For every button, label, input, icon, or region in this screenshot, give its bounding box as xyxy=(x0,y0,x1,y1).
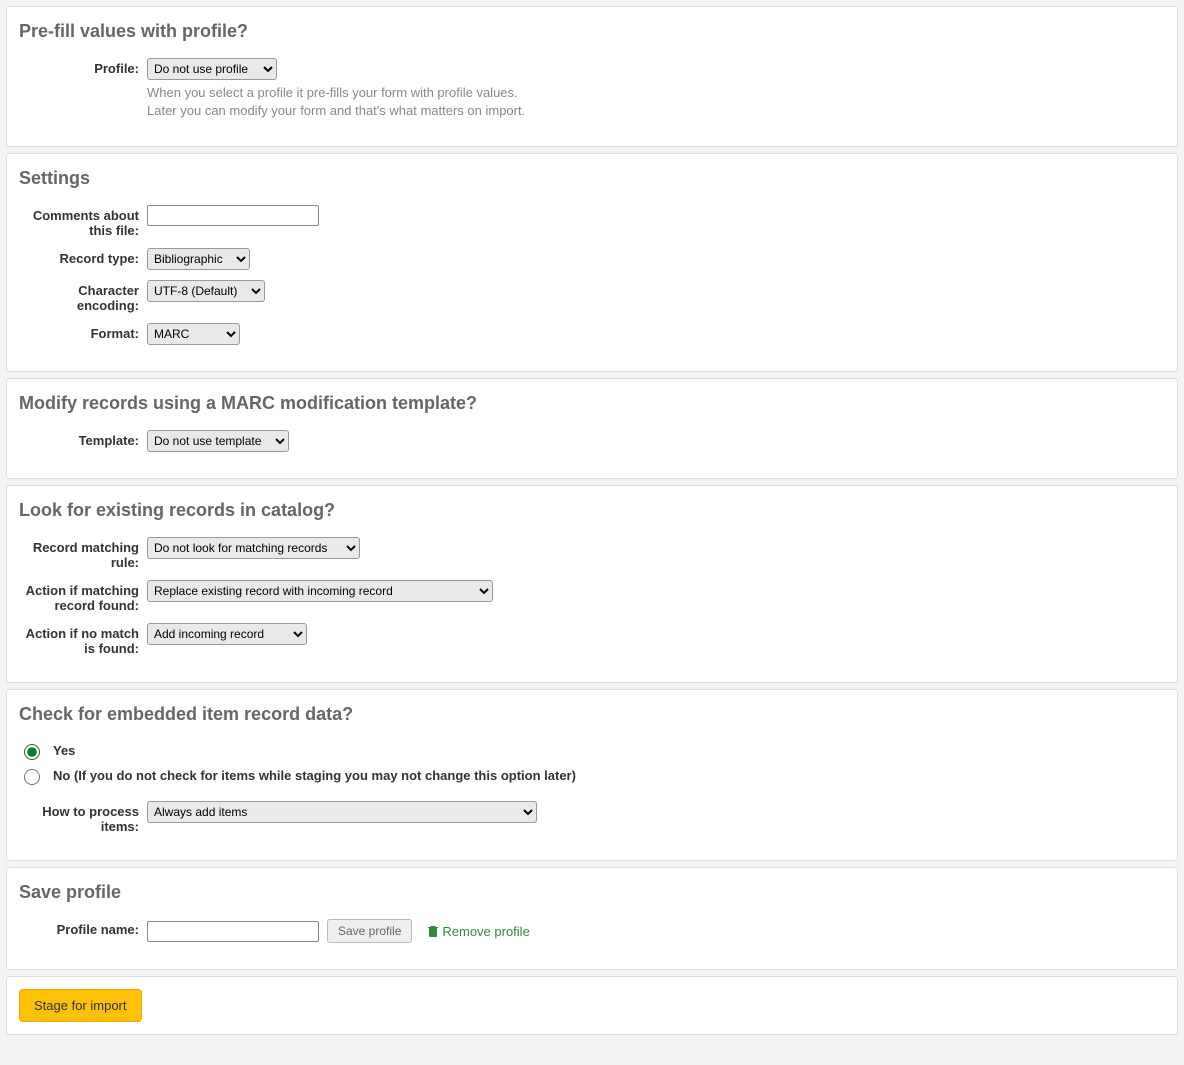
embedded-no-label: No (If you do not check for items while … xyxy=(53,768,576,783)
profile-select[interactable]: Do not use profile xyxy=(147,58,277,80)
modify-panel: Modify records using a MARC modification… xyxy=(6,378,1178,479)
save-profile-panel: Save profile Profile name: Save profile … xyxy=(6,867,1178,970)
profile-name-label: Profile name: xyxy=(19,919,147,937)
template-label: Template: xyxy=(19,430,147,448)
remove-profile-link[interactable]: Remove profile xyxy=(428,924,529,939)
matching-rule-select[interactable]: Do not look for matching records xyxy=(147,537,360,559)
settings-heading: Settings xyxy=(19,168,1165,189)
match-action-select[interactable]: Replace existing record with incoming re… xyxy=(147,580,493,602)
submit-panel: Stage for import xyxy=(6,976,1178,1035)
record-type-label: Record type: xyxy=(19,248,147,266)
encoding-select[interactable]: UTF-8 (Default) xyxy=(147,280,265,302)
record-type-select[interactable]: Bibliographic xyxy=(147,248,250,270)
embedded-heading: Check for embedded item record data? xyxy=(19,704,1165,725)
save-profile-heading: Save profile xyxy=(19,882,1165,903)
embedded-panel: Check for embedded item record data? Yes… xyxy=(6,689,1178,861)
profile-hint2: Later you can modify your form and that'… xyxy=(147,102,1165,120)
template-select[interactable]: Do not use template xyxy=(147,430,289,452)
save-profile-button[interactable]: Save profile xyxy=(327,919,412,943)
comments-input[interactable] xyxy=(147,205,319,226)
format-select[interactable]: MARC xyxy=(147,323,240,345)
nomatch-action-select[interactable]: Add incoming record xyxy=(147,623,307,645)
matching-heading: Look for existing records in catalog? xyxy=(19,500,1165,521)
profile-hint1: When you select a profile it pre-fills y… xyxy=(147,84,1165,102)
profile-name-input[interactable] xyxy=(147,921,319,942)
settings-panel: Settings Comments about this file: Recor… xyxy=(6,153,1178,372)
trash-icon xyxy=(428,925,438,937)
prefill-panel: Pre-fill values with profile? Profile: D… xyxy=(6,6,1178,147)
modify-heading: Modify records using a MARC modification… xyxy=(19,393,1165,414)
embedded-yes-label: Yes xyxy=(53,743,75,758)
profile-label: Profile: xyxy=(19,58,147,76)
nomatch-action-label: Action if no match is found: xyxy=(19,623,147,656)
remove-profile-text: Remove profile xyxy=(442,924,529,939)
matching-panel: Look for existing records in catalog? Re… xyxy=(6,485,1178,683)
prefill-heading: Pre-fill values with profile? xyxy=(19,21,1165,42)
stage-for-import-button[interactable]: Stage for import xyxy=(19,989,142,1022)
comments-label: Comments about this file: xyxy=(19,205,147,238)
match-action-label: Action if matching record found: xyxy=(19,580,147,613)
matching-rule-label: Record matching rule: xyxy=(19,537,147,570)
format-label: Format: xyxy=(19,323,147,341)
embedded-no-radio[interactable] xyxy=(24,769,40,785)
embedded-yes-radio[interactable] xyxy=(24,744,40,760)
process-items-select[interactable]: Always add items xyxy=(147,801,537,823)
encoding-label: Character encoding: xyxy=(19,280,147,313)
process-items-label: How to process items: xyxy=(19,801,147,834)
